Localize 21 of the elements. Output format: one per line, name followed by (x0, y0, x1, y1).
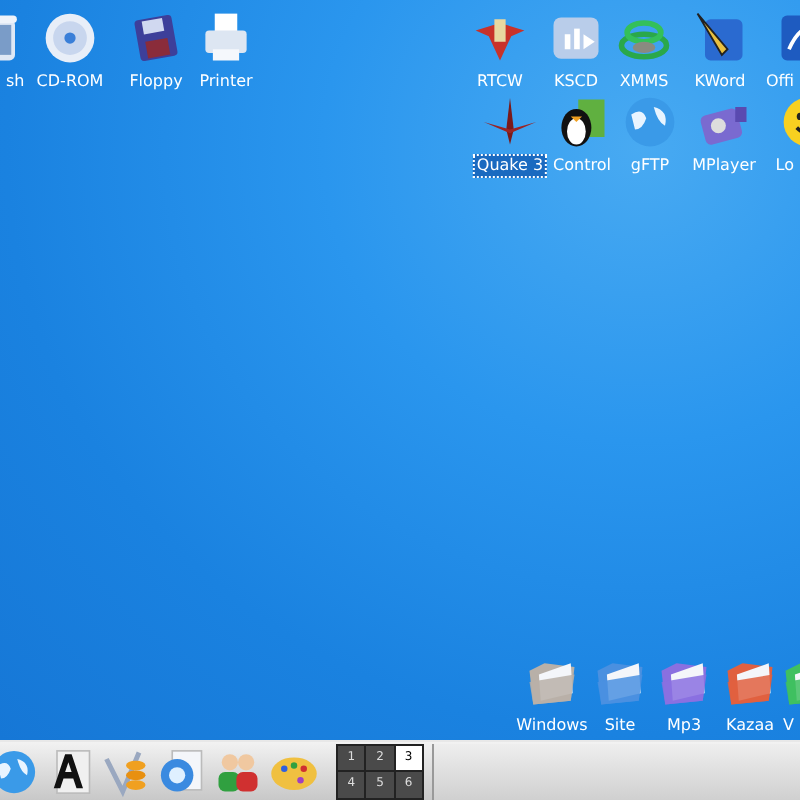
icon-label[interactable]: Printer (195, 70, 257, 94)
icon-label[interactable]: MPlayer (688, 154, 760, 178)
icon-label[interactable]: KSCD (549, 70, 603, 94)
icon-label[interactable]: KWord (690, 70, 750, 94)
icon-label[interactable]: RTCW (473, 70, 527, 94)
icon-label[interactable]: Offi (761, 70, 798, 94)
icon-label[interactable]: Lo (771, 154, 798, 178)
icon-label[interactable]: Site (600, 714, 640, 738)
web-page-icon[interactable] (156, 745, 208, 797)
icon-label[interactable]: V (779, 714, 798, 738)
icon-label[interactable]: Windows (512, 714, 592, 738)
icon-label[interactable]: Kazaa (722, 714, 778, 738)
icon-label[interactable]: XMMS (615, 70, 673, 94)
icon-label[interactable]: Floppy (125, 70, 187, 94)
icon-label[interactable]: CD-ROM (32, 70, 108, 94)
cd-icon[interactable] (40, 8, 100, 68)
icon-label[interactable]: Mp3 (662, 714, 706, 738)
icon-label[interactable]: Control (549, 154, 615, 178)
icon-label[interactable]: gFTP (626, 154, 674, 178)
icon-label[interactable]: Quake 3 (472, 154, 548, 178)
icon-label[interactable]: sh (2, 70, 29, 94)
